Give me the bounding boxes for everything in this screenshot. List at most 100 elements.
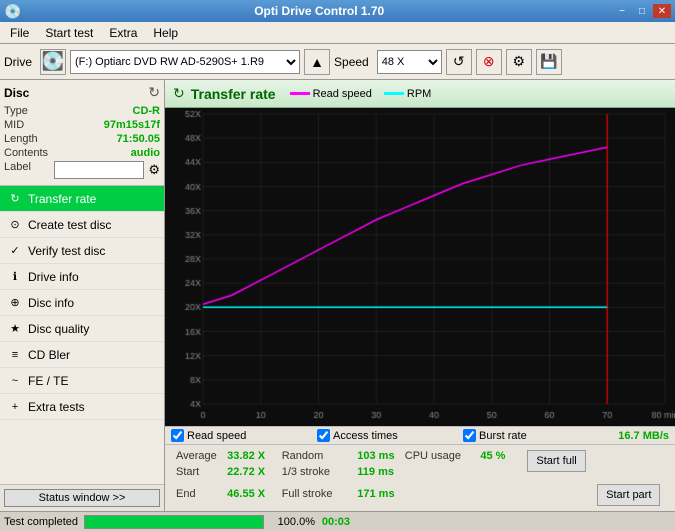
disc-arrow[interactable]: ↻ [148, 84, 160, 101]
start-value: 22.72 X [224, 465, 277, 479]
maximize-button[interactable]: □ [633, 4, 651, 18]
stroke-1-3-label: 1/3 stroke [279, 465, 353, 479]
save-button[interactable]: 💾 [536, 49, 562, 75]
cd-bler-icon: ≡ [8, 348, 22, 362]
label-input[interactable] [54, 161, 144, 179]
length-label: Length [4, 133, 38, 145]
chart-refresh-icon: ↻ [173, 85, 185, 102]
full-stroke-value: 171 ms [354, 481, 400, 507]
legend-read-speed: Read speed [290, 88, 372, 100]
eject-button[interactable]: ▲ [304, 49, 330, 75]
disc-section: Disc ↻ Type CD-R MID 97m15s17f Length 71… [0, 80, 164, 186]
disc-title: Disc [4, 86, 29, 100]
main-container: Disc ↻ Type CD-R MID 97m15s17f Length 71… [0, 80, 675, 511]
nav-transfer-rate-label: Transfer rate [28, 192, 96, 206]
average-label: Average [173, 449, 222, 463]
close-button[interactable]: ✕ [653, 4, 671, 18]
speed-select[interactable]: 48 X [377, 50, 442, 74]
legend-rpm-label: RPM [407, 88, 431, 100]
erase-button[interactable]: ⊗ [476, 49, 502, 75]
transfer-rate-icon: ↻ [8, 192, 22, 206]
start-part-button[interactable]: Start part [597, 484, 660, 506]
app-icon: 💿 [4, 3, 21, 20]
legend-read-speed-color [290, 92, 310, 95]
nav-create-test-disc[interactable]: ⊙ Create test disc [0, 212, 164, 238]
speed-label: Speed [334, 55, 369, 69]
type-value: CD-R [133, 105, 161, 117]
stroke-1-3-value: 119 ms [354, 465, 400, 479]
nav-drive-info-label: Drive info [28, 270, 79, 284]
nav-verify-test-disc[interactable]: ✓ Verify test disc [0, 238, 164, 264]
chart-title: Transfer rate [191, 86, 276, 102]
disc-info-icon: ⊕ [8, 296, 22, 310]
legend-read-speed-label: Read speed [313, 88, 372, 100]
refresh-button[interactable]: ↺ [446, 49, 472, 75]
progress-percent: 100.0% [270, 516, 315, 528]
random-value: 103 ms [354, 449, 400, 463]
nav-drive-info[interactable]: ℹ Drive info [0, 264, 164, 290]
fe-te-icon: ~ [8, 374, 22, 388]
nav-disc-info-label: Disc info [28, 296, 74, 310]
progress-bar-container [84, 515, 264, 529]
chart-canvas [165, 108, 675, 426]
status-window-button[interactable]: Status window >> [4, 489, 160, 507]
menu-file[interactable]: File [2, 24, 37, 42]
nav-disc-quality[interactable]: ★ Disc quality [0, 316, 164, 342]
titlebar: 💿 Opti Drive Control 1.70 − □ ✕ [0, 0, 675, 22]
stats-area: Average 33.82 X Random 103 ms CPU usage … [165, 444, 675, 511]
average-value: 33.82 X [224, 449, 277, 463]
nav-fe-te[interactable]: ~ FE / TE [0, 368, 164, 394]
read-speed-check-group: Read speed [171, 429, 317, 442]
length-value: 71:50.05 [117, 133, 160, 145]
stats-table: Average 33.82 X Random 103 ms CPU usage … [171, 447, 669, 509]
legend-rpm-color [384, 92, 404, 95]
full-stroke-label: Full stroke [279, 481, 353, 507]
drive-select[interactable]: (F:) Optiarc DVD RW AD-5290S+ 1.R9 [70, 50, 300, 74]
nav-extra-tests[interactable]: + Extra tests [0, 394, 164, 420]
disc-label-label: Label [4, 161, 31, 179]
nav-cd-bler[interactable]: ≡ CD Bler [0, 342, 164, 368]
menu-start-test[interactable]: Start test [37, 24, 101, 42]
nav-verify-test-disc-label: Verify test disc [28, 244, 105, 258]
cpu-value: 45 % [477, 449, 519, 463]
contents-value: audio [131, 147, 160, 159]
end-value: 46.55 X [224, 481, 277, 507]
drive-icon-btn[interactable]: 💽 [40, 49, 66, 75]
nav-create-test-disc-label: Create test disc [28, 218, 111, 232]
nav-cd-bler-label: CD Bler [28, 348, 70, 362]
chart-header: ↻ Transfer rate Read speed RPM [165, 80, 675, 108]
drive-label: Drive [4, 55, 32, 69]
burst-rate-check-label: Burst rate [479, 430, 527, 442]
burst-rate-checkbox[interactable] [463, 429, 476, 442]
access-times-checkbox[interactable] [317, 429, 330, 442]
label-settings-icon[interactable]: ⚙ [148, 162, 160, 178]
nav-disc-info[interactable]: ⊕ Disc info [0, 290, 164, 316]
settings-button[interactable]: ⚙ [506, 49, 532, 75]
sidebar: Disc ↻ Type CD-R MID 97m15s17f Length 71… [0, 80, 165, 511]
menubar: File Start test Extra Help [0, 22, 675, 44]
statusbar: Test completed 100.0% 00:03 [0, 511, 675, 531]
burst-rate-value: 16.7 MB/s [609, 430, 669, 442]
start-buttons: Start full [521, 449, 592, 507]
menu-help[interactable]: Help [145, 24, 186, 42]
extra-tests-icon: + [8, 400, 22, 414]
elapsed-time: 00:03 [315, 516, 350, 528]
end-label: End [173, 481, 222, 507]
cpu-label: CPU usage [402, 449, 476, 463]
mid-value: 97m15s17f [104, 119, 160, 131]
disc-quality-icon: ★ [8, 322, 22, 336]
read-speed-checkbox[interactable] [171, 429, 184, 442]
legend: Read speed RPM [290, 88, 432, 100]
read-speed-check-label: Read speed [187, 430, 246, 442]
create-test-disc-icon: ⊙ [8, 218, 22, 232]
start-full-button[interactable]: Start full [527, 450, 585, 472]
drive-info-icon: ℹ [8, 270, 22, 284]
verify-test-disc-icon: ✓ [8, 244, 22, 258]
legend-rpm: RPM [384, 88, 431, 100]
contents-label: Contents [4, 147, 48, 159]
menu-extra[interactable]: Extra [101, 24, 145, 42]
access-times-check-label: Access times [333, 430, 398, 442]
nav-transfer-rate[interactable]: ↻ Transfer rate [0, 186, 164, 212]
type-label: Type [4, 105, 28, 117]
minimize-button[interactable]: − [613, 4, 631, 18]
